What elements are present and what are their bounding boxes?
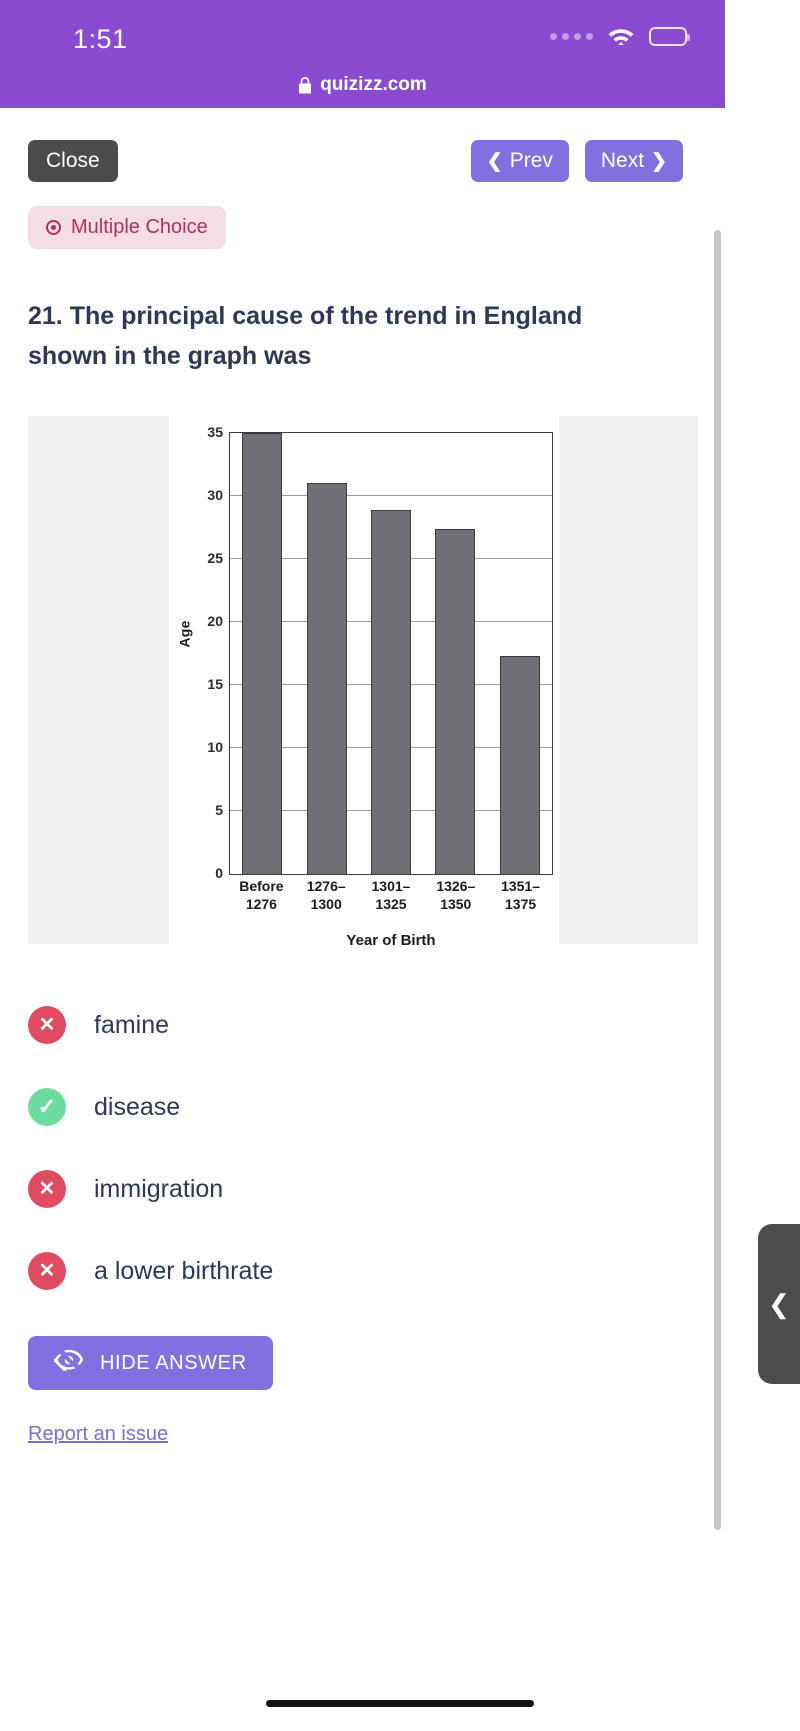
chart-x-tick: 1276– 1300 bbox=[306, 878, 346, 912]
check-circle-icon: ✓ bbox=[28, 1088, 66, 1126]
question-type-badge: Multiple Choice bbox=[28, 206, 226, 249]
answer-option-label: disease bbox=[94, 1092, 181, 1121]
chevron-right-icon: ❯ bbox=[651, 150, 667, 172]
browser-chrome: 1:51 quizizz.com bbox=[0, 0, 725, 108]
chart-bar bbox=[242, 433, 283, 874]
status-indicators bbox=[550, 26, 690, 47]
hide-answer-label: HIDE ANSWER bbox=[100, 1351, 247, 1374]
url-text: quizizz.com bbox=[320, 74, 427, 95]
status-bar: 1:51 bbox=[0, 0, 725, 62]
answer-list: ✕ famine ✓ disease ✕ immigration ✕ a lower birt… bbox=[28, 984, 668, 1312]
answer-option[interactable]: ✕ a lower birthrate bbox=[28, 1230, 668, 1312]
chart-bars bbox=[230, 433, 552, 874]
answer-option-label: a lower birthrate bbox=[94, 1256, 274, 1285]
screen: 1:51 quizizz.com Close ❮ Prev Next ❯ Mul… bbox=[0, 0, 800, 1731]
report-issue-link[interactable]: Report an issue bbox=[28, 1423, 168, 1446]
next-button-label: Next bbox=[600, 149, 645, 172]
quiz-toolbar: Close ❮ Prev Next ❯ bbox=[0, 108, 725, 198]
chart-y-axis-label: Age bbox=[176, 620, 193, 648]
chart-plot-area: 0 5 10 15 20 25 30 35 bbox=[207, 424, 553, 881]
radio-button-icon bbox=[46, 220, 61, 235]
answer-option[interactable]: ✓ disease bbox=[28, 1066, 668, 1148]
chart-bar bbox=[306, 483, 347, 874]
chart-x-tick-labels: Before 1276 1276– 1300 1301– 1325 1326– 1350 135… bbox=[229, 878, 553, 913]
chart-x-tick: 1301– 1325 bbox=[371, 878, 411, 912]
chart-bar bbox=[370, 509, 411, 874]
wifi-icon bbox=[607, 26, 635, 47]
chart-x-tick: 1326– 1350 bbox=[436, 878, 476, 912]
chart-bar bbox=[499, 656, 540, 874]
lock-icon bbox=[298, 76, 312, 94]
chevron-left-icon: ❮ bbox=[768, 1288, 790, 1319]
chart-y-tick: 35 bbox=[207, 424, 223, 440]
chart-y-tick: 20 bbox=[207, 613, 223, 629]
chart-y-tick: 5 bbox=[215, 802, 223, 818]
url-bar[interactable]: quizizz.com bbox=[0, 62, 725, 108]
bar-chart: Age 0 5 10 15 20 25 30 35 Before 1276 1276– 1300 13… bbox=[169, 416, 559, 949]
prev-button[interactable]: ❮ Prev bbox=[470, 140, 569, 182]
chart-bar bbox=[435, 528, 476, 874]
chevron-left-icon: ❮ bbox=[486, 150, 503, 172]
chart-y-tick: 10 bbox=[207, 739, 223, 755]
signal-dots-icon bbox=[550, 33, 593, 40]
chart-x-tick: 1351– 1375 bbox=[501, 878, 541, 912]
nav-buttons: ❮ Prev Next ❯ bbox=[470, 140, 683, 182]
x-circle-icon: ✕ bbox=[28, 1170, 66, 1208]
side-gutter bbox=[725, 0, 800, 1731]
chart-x-tick: Before 1276 bbox=[239, 878, 284, 912]
chart-y-tick: 0 bbox=[215, 865, 223, 881]
answer-option[interactable]: ✕ immigration bbox=[28, 1148, 668, 1230]
chart-y-tick: 30 bbox=[207, 487, 223, 503]
chart-x-axis-label: Year of Birth bbox=[346, 932, 436, 949]
eye-slash-icon bbox=[46, 1349, 84, 1377]
drawer-handle[interactable]: ❮ bbox=[758, 1224, 800, 1384]
x-circle-icon: ✕ bbox=[28, 1006, 66, 1044]
x-circle-icon: ✕ bbox=[28, 1252, 66, 1290]
close-button[interactable]: Close bbox=[28, 140, 118, 182]
status-clock: 1:51 bbox=[73, 24, 128, 54]
answer-option-label: immigration bbox=[94, 1174, 224, 1203]
prev-button-label: Prev bbox=[509, 149, 553, 172]
question-type-label: Multiple Choice bbox=[71, 216, 208, 238]
battery-icon bbox=[649, 27, 690, 46]
page-content: Close ❮ Prev Next ❯ Multiple Choice 21. … bbox=[0, 108, 725, 1731]
vertical-scrollbar[interactable] bbox=[714, 230, 721, 1530]
question-image: Age 0 5 10 15 20 25 30 35 Before 1276 1276– 1300 13… bbox=[28, 416, 698, 949]
hide-answer-button[interactable]: HIDE ANSWER bbox=[28, 1336, 273, 1390]
next-button[interactable]: Next ❯ bbox=[584, 140, 683, 182]
question-text: 21. The principal cause of the trend in … bbox=[28, 302, 583, 370]
chart-y-tick: 25 bbox=[207, 550, 223, 566]
home-indicator bbox=[266, 1700, 534, 1707]
answer-option-label: famine bbox=[94, 1010, 170, 1039]
answer-option[interactable]: ✕ famine bbox=[28, 984, 668, 1066]
chart-y-tick: 15 bbox=[207, 676, 223, 692]
